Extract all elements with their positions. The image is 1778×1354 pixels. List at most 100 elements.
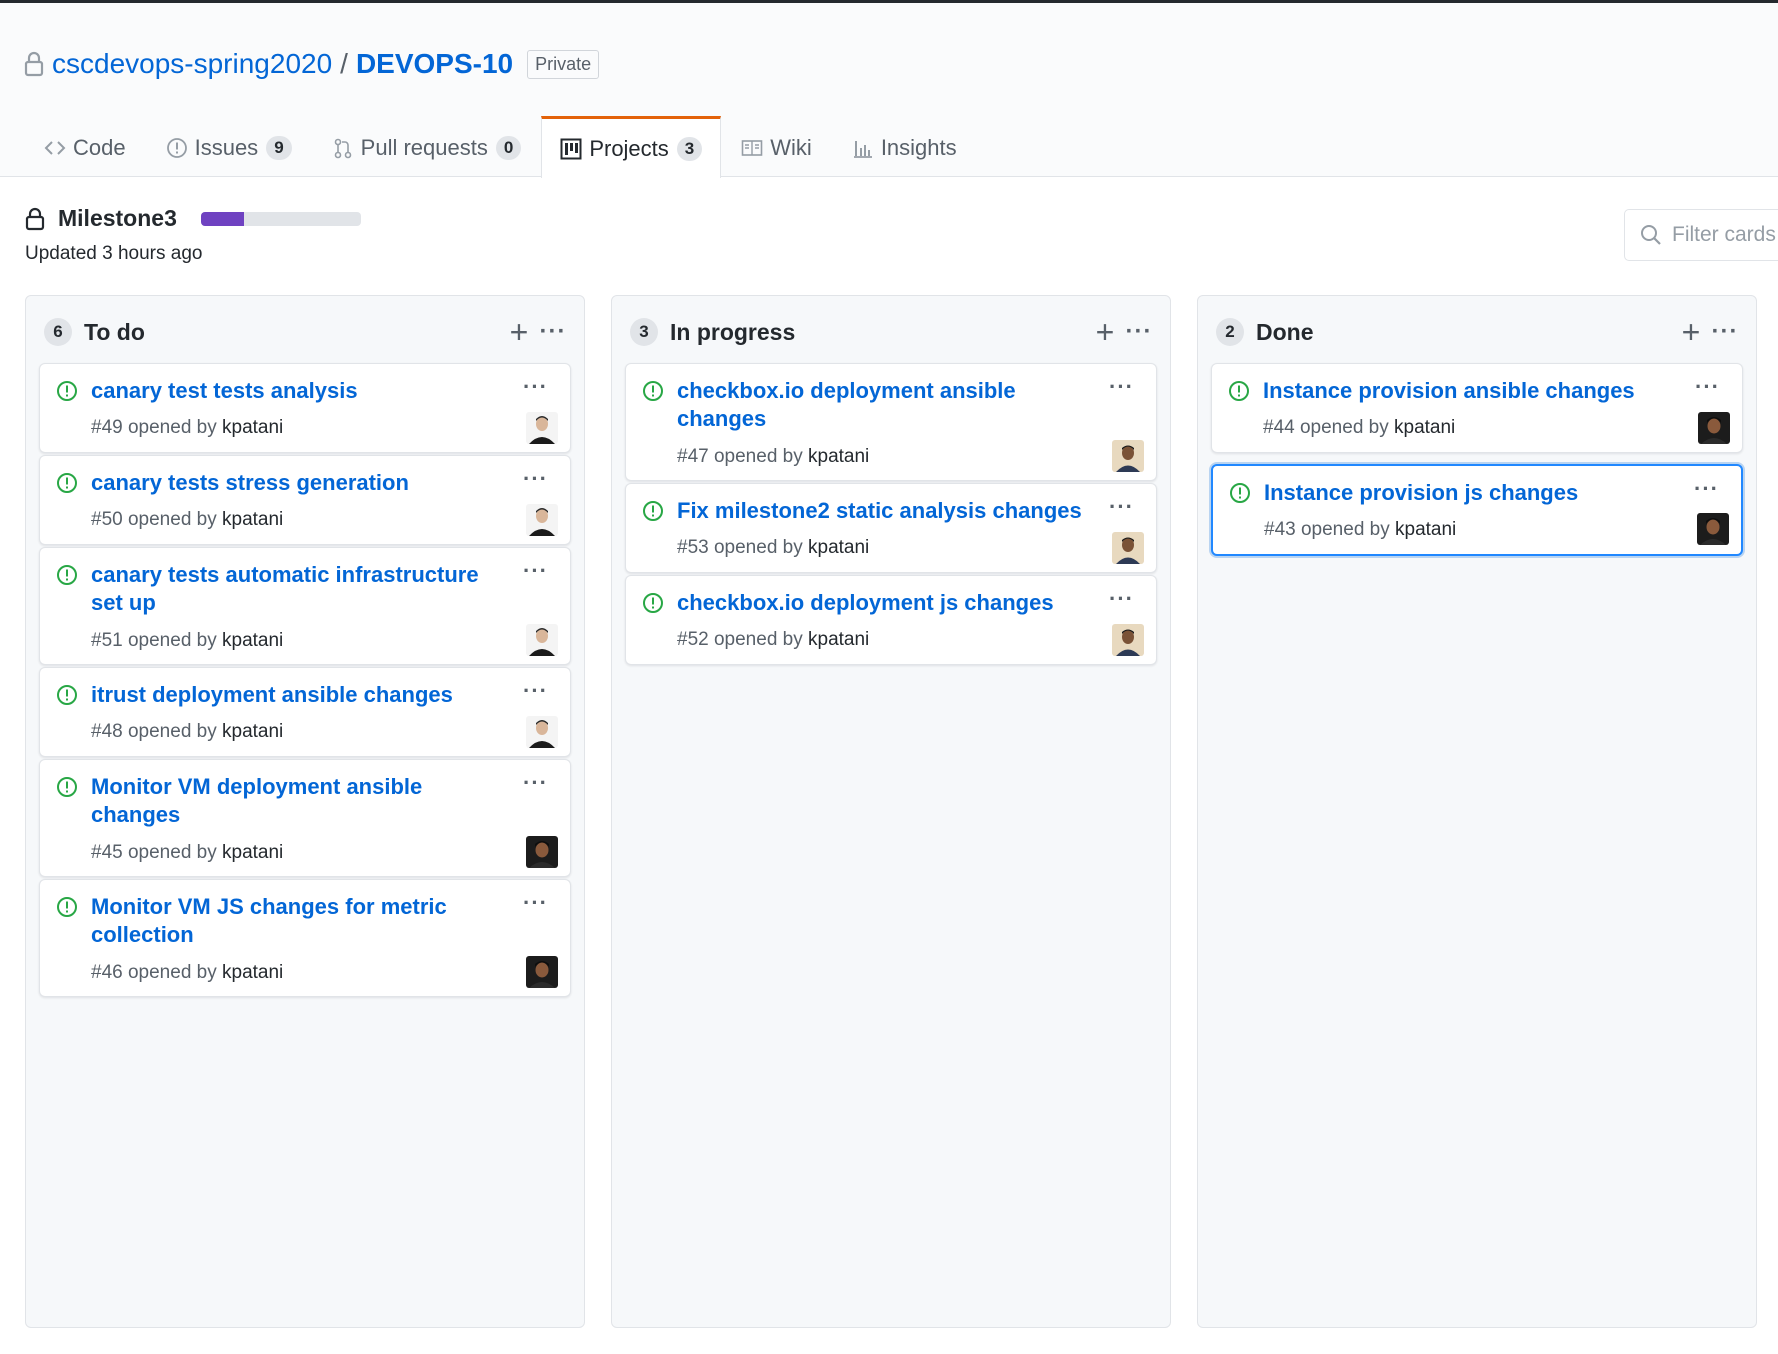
- issue-card[interactable]: canary test tests analysis #49 opened by…: [39, 363, 571, 453]
- issue-title-link[interactable]: Instance provision js changes: [1264, 479, 1664, 507]
- issue-meta: #48 opened by kpatani: [91, 721, 284, 742]
- issue-title-link[interactable]: Fix milestone2 static analysis changes: [677, 497, 1107, 525]
- issue-author[interactable]: kpatani: [1395, 519, 1456, 540]
- issue-author[interactable]: kpatani: [222, 842, 283, 863]
- issue-card[interactable]: itrust deployment ansible changes #48 op…: [39, 667, 571, 757]
- project-progress-fill: [200, 211, 245, 226]
- user-avatar[interactable]: [1698, 412, 1730, 444]
- user-avatar[interactable]: [526, 504, 558, 536]
- issue-author[interactable]: kpatani: [808, 629, 869, 650]
- card-menu-button[interactable]: ···: [523, 890, 548, 916]
- open-issue-icon: [643, 381, 663, 401]
- issue-card[interactable]: Monitor VM JS changes for metric collecti…: [39, 879, 571, 997]
- private-badge: Private: [527, 49, 600, 79]
- card-menu-button[interactable]: ···: [1109, 494, 1134, 520]
- user-avatar[interactable]: [526, 716, 558, 748]
- tab-issues[interactable]: Issues 9: [146, 116, 312, 177]
- column-header: 3 In progress + ···: [630, 316, 1156, 348]
- issue-author[interactable]: kpatani: [1394, 417, 1455, 438]
- issue-card[interactable]: checkbox.io deployment js changes #52 op…: [625, 575, 1157, 665]
- project-header: Milestone3: [25, 205, 361, 232]
- issue-card[interactable]: Fix milestone2 static analysis changes #…: [625, 483, 1157, 573]
- user-avatar[interactable]: [1697, 513, 1729, 545]
- issue-icon: [166, 138, 187, 158]
- user-avatar[interactable]: [1112, 624, 1144, 656]
- project-name: Milestone3: [58, 205, 177, 231]
- tab-wiki-label: Wiki: [770, 135, 812, 160]
- issue-card[interactable]: checkbox.io deployment ansible changes #4…: [625, 363, 1157, 481]
- issue-title-link[interactable]: checkbox.io deployment js changes: [677, 589, 1077, 617]
- issue-author[interactable]: kpatani: [222, 721, 283, 742]
- card-menu-button[interactable]: ···: [1694, 476, 1719, 502]
- add-card-button[interactable]: +: [1088, 316, 1122, 348]
- card-menu-button[interactable]: ···: [523, 374, 548, 400]
- tab-code[interactable]: Code: [0, 116, 146, 177]
- issue-title-link[interactable]: Instance provision ansible changes: [1263, 377, 1693, 405]
- open-issue-icon: [643, 593, 663, 613]
- issue-meta: #51 opened by kpatani: [91, 630, 284, 651]
- card-menu-button[interactable]: ···: [1109, 374, 1134, 400]
- filter-cards-input[interactable]: Filter cards: [1624, 209, 1778, 261]
- issue-card[interactable]: canary tests automatic infrastructure set…: [39, 547, 571, 665]
- open-issue-icon: [57, 897, 77, 917]
- issue-author[interactable]: kpatani: [222, 630, 283, 651]
- column-menu-button[interactable]: ···: [1708, 318, 1742, 346]
- repo-name-link[interactable]: DEVOPS-10: [356, 48, 513, 80]
- user-avatar[interactable]: [1112, 440, 1144, 472]
- user-avatar[interactable]: [526, 836, 558, 868]
- card-menu-button[interactable]: ···: [523, 558, 548, 584]
- issue-title-link[interactable]: canary test tests analysis: [91, 377, 491, 405]
- repo-nav-tabs: Code Issues 9 Pull requests 0 Projects 3…: [0, 116, 977, 178]
- card-menu-button[interactable]: ···: [1109, 586, 1134, 612]
- column-done: 2 Done + ··· Instance provision ansible …: [1197, 295, 1757, 1328]
- open-issue-icon: [57, 777, 77, 797]
- issue-author[interactable]: kpatani: [222, 962, 283, 983]
- add-card-button[interactable]: +: [1674, 316, 1708, 348]
- tab-pull-requests-label: Pull requests: [360, 135, 488, 160]
- search-icon: [1641, 225, 1661, 245]
- open-issue-icon: [1230, 483, 1250, 503]
- card-menu-button[interactable]: ···: [1695, 374, 1720, 400]
- issue-title-link[interactable]: canary tests stress generation: [91, 469, 491, 497]
- tab-wiki[interactable]: Wiki: [721, 116, 832, 177]
- card-menu-button[interactable]: ···: [523, 466, 548, 492]
- issue-card-selected[interactable]: Instance provision js changes #43 opened…: [1211, 464, 1743, 556]
- lock-icon: [24, 51, 44, 77]
- tab-code-label: Code: [73, 135, 126, 160]
- issue-author[interactable]: kpatani: [222, 509, 283, 530]
- tab-projects[interactable]: Projects 3: [541, 116, 722, 178]
- issue-card[interactable]: Instance provision ansible changes #44 o…: [1211, 363, 1743, 453]
- issue-card[interactable]: canary tests stress generation #50 opene…: [39, 455, 571, 545]
- user-avatar[interactable]: [526, 624, 558, 656]
- filter-cards-placeholder: Filter cards: [1672, 223, 1776, 246]
- issue-author[interactable]: kpatani: [222, 417, 283, 438]
- issue-author[interactable]: kpatani: [808, 537, 869, 558]
- column-menu-button[interactable]: ···: [536, 318, 570, 346]
- issue-title-link[interactable]: canary tests automatic infrastructure set…: [91, 561, 491, 617]
- repo-owner-link[interactable]: cscdevops-spring2020: [52, 48, 332, 80]
- card-menu-button[interactable]: ···: [523, 678, 548, 704]
- column-title: Done: [1256, 318, 1314, 345]
- user-avatar[interactable]: [526, 412, 558, 444]
- project-progress-bar: [200, 211, 361, 226]
- column-title: To do: [84, 318, 145, 345]
- tab-pull-requests[interactable]: Pull requests 0: [312, 116, 542, 177]
- card-menu-button[interactable]: ···: [523, 770, 548, 796]
- issue-title-link[interactable]: Monitor VM deployment ansible changes: [91, 773, 491, 829]
- project-icon: [560, 138, 582, 159]
- repo-separator: /: [340, 48, 348, 79]
- tab-projects-count: 3: [676, 136, 703, 161]
- issue-title-link[interactable]: checkbox.io deployment ansible changes: [677, 377, 1077, 433]
- issue-meta: #50 opened by kpatani: [91, 509, 284, 530]
- add-card-button[interactable]: +: [502, 316, 536, 348]
- issue-title-link[interactable]: Monitor VM JS changes for metric collecti…: [91, 893, 491, 949]
- issue-author[interactable]: kpatani: [808, 446, 869, 467]
- issue-title-link[interactable]: itrust deployment ansible changes: [91, 681, 491, 709]
- issue-card[interactable]: Monitor VM deployment ansible changes #45…: [39, 759, 571, 877]
- user-avatar[interactable]: [526, 956, 558, 988]
- tab-insights[interactable]: Insights: [832, 116, 977, 177]
- user-avatar[interactable]: [1112, 532, 1144, 564]
- lock-icon: [25, 207, 45, 230]
- column-menu-button[interactable]: ···: [1122, 318, 1156, 346]
- issue-meta: #52 opened by kpatani: [677, 629, 870, 650]
